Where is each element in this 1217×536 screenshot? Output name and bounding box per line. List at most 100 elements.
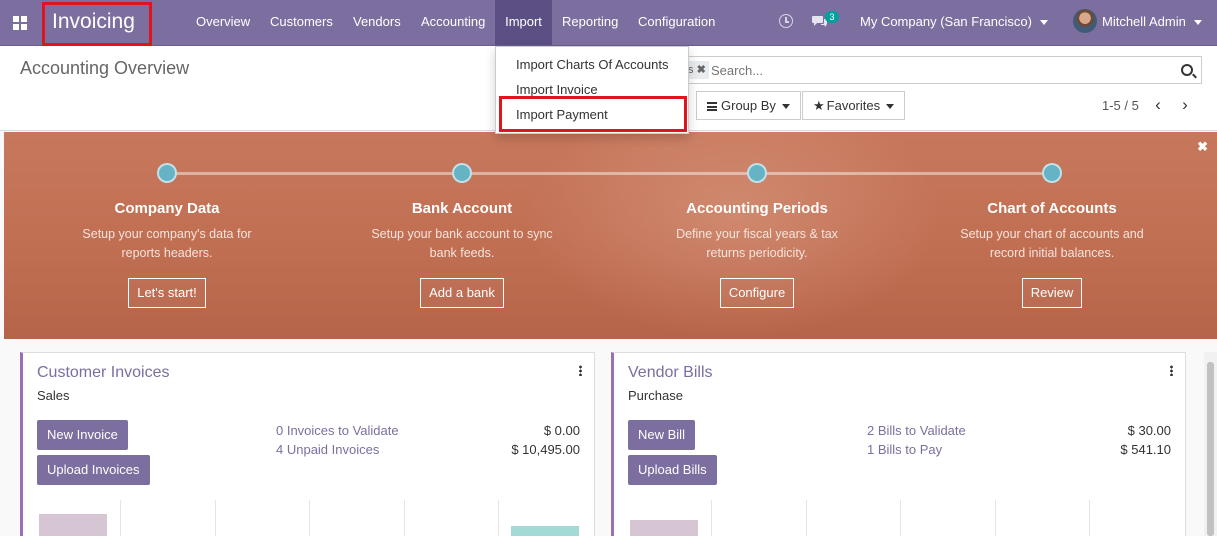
step-company-data: Company Data Setup your company's data f…	[47, 200, 287, 308]
menu-configuration[interactable]: Configuration	[628, 0, 725, 45]
graph-bar[interactable]	[39, 514, 107, 536]
step-description: Define your fiscal years & tax returns pe…	[637, 225, 877, 265]
search-icon[interactable]	[1181, 64, 1193, 76]
company-name: My Company (San Francisco)	[860, 14, 1032, 29]
graph-gridline	[1089, 500, 1090, 536]
vendor-bills-card: Vendor Bills Purchase New Bill Upload Bi…	[611, 352, 1186, 536]
search-input[interactable]	[711, 60, 1171, 80]
step-chart-of-accounts: Chart of Accounts Setup your chart of ac…	[932, 200, 1172, 308]
chat-count-badge: 3	[825, 11, 839, 23]
unpaid-invoices-amount: $ 10,495.00	[511, 442, 580, 457]
pager-value[interactable]: 1-5 / 5	[1102, 98, 1139, 113]
step-description: Setup your bank account to sync bank feed…	[342, 225, 582, 265]
chevron-down-icon	[781, 104, 790, 110]
search-bar[interactable]: s ✖	[680, 56, 1202, 84]
kebab-menu-icon[interactable]	[579, 365, 582, 376]
step-bank-account: Bank Account Setup your bank account to …	[342, 200, 582, 308]
user-name: Mitchell Admin	[1102, 14, 1186, 29]
menu-accounting[interactable]: Accounting	[410, 0, 496, 45]
step-description-line: record initial balances.	[989, 246, 1115, 260]
step-description-line: returns periodicity.	[706, 246, 808, 260]
favorites-button[interactable]: ★ Favorites	[802, 91, 906, 120]
graph-gridline	[498, 500, 499, 536]
group-by-button[interactable]: Group By	[696, 91, 801, 120]
kebab-menu-icon[interactable]	[1170, 365, 1173, 376]
step-title: Bank Account	[411, 200, 513, 217]
graph-gridline	[900, 500, 901, 536]
group-by-label: Group By	[721, 98, 776, 113]
card-title[interactable]: Customer Invoices	[37, 364, 170, 382]
brand-highlight-box: Invoicing	[42, 2, 152, 46]
upload-invoices-button[interactable]: Upload Invoices	[37, 455, 150, 485]
graph-gridline	[404, 500, 405, 536]
close-icon[interactable]: ✖	[1197, 139, 1208, 155]
bills-graph	[628, 500, 1169, 536]
onboarding-banner: ✖ Company Data Setup your company's data…	[4, 132, 1217, 339]
upload-bills-button[interactable]: Upload Bills	[628, 455, 717, 485]
bills-to-pay-link[interactable]: 1 Bills to Pay	[867, 442, 942, 457]
apps-menu-icon[interactable]	[13, 16, 27, 30]
pager-next-icon[interactable]: ›	[1178, 95, 1192, 115]
card-title[interactable]: Vendor Bills	[628, 364, 713, 382]
bills-to-validate-link[interactable]: 2 Bills to Validate	[867, 423, 966, 438]
menu-item-import-charts-of-accounts[interactable]: Import Charts Of Accounts	[496, 53, 688, 77]
company-switcher[interactable]: My Company (San Francisco)	[860, 14, 1048, 29]
step-title: Accounting Periods	[686, 200, 828, 217]
bills-to-pay-amount: $ 541.10	[1120, 442, 1171, 457]
graph-gridline	[120, 500, 121, 536]
bills-to-validate-amount: $ 30.00	[1127, 423, 1171, 438]
card-subtitle: Purchase	[628, 388, 683, 403]
new-bill-button[interactable]: New Bill	[628, 420, 695, 450]
graph-gridline	[711, 500, 712, 536]
step-description-line: reports headers.	[121, 246, 213, 260]
import-dropdown-menu: Import Charts Of Accounts Import Invoice…	[495, 46, 689, 134]
step-description-line: Setup your chart of accounts and	[960, 227, 1144, 241]
add-bank-button[interactable]: Add a bank	[420, 278, 504, 308]
chevron-down-icon	[1039, 20, 1048, 26]
step-description: Setup your chart of accounts and record i…	[932, 225, 1172, 265]
step-description-line: Setup your bank account to sync	[371, 227, 553, 241]
menu-reporting[interactable]: Reporting	[552, 0, 628, 45]
avatar[interactable]	[1073, 9, 1097, 33]
menu-vendors[interactable]: Vendors	[342, 0, 412, 45]
lets-start-button[interactable]: Let's start!	[128, 278, 206, 308]
menu-import[interactable]: Import	[495, 0, 552, 45]
user-menu[interactable]: Mitchell Admin	[1102, 14, 1202, 29]
invoices-to-validate-link[interactable]: 0 Invoices to Validate	[276, 423, 399, 438]
step-dot	[157, 163, 177, 183]
scrollbar-thumb[interactable]	[1207, 362, 1214, 536]
invoices-graph	[37, 500, 579, 536]
step-description-line: Define your fiscal years & tax	[676, 227, 838, 241]
graph-bar[interactable]	[630, 520, 698, 536]
configure-button[interactable]: Configure	[719, 278, 795, 308]
graph-gridline	[215, 500, 216, 536]
step-accounting-periods: Accounting Periods Define your fiscal ye…	[637, 200, 877, 308]
step-description: Setup your company's data for reports hea…	[47, 225, 287, 265]
step-dot	[747, 163, 767, 183]
step-dot	[1042, 163, 1062, 183]
menu-overview[interactable]: Overview	[185, 0, 261, 45]
new-invoice-button[interactable]: New Invoice	[37, 420, 128, 450]
app-brand[interactable]: Invoicing	[52, 10, 135, 34]
activity-clock-icon[interactable]	[779, 14, 793, 28]
page-scrollbar[interactable]	[1204, 352, 1217, 536]
graph-gridline	[995, 500, 996, 536]
step-title: Chart of Accounts	[987, 200, 1117, 217]
graph-bar[interactable]	[511, 526, 579, 536]
group-by-icon	[707, 102, 717, 112]
top-navbar: Invoicing Overview Customers Vendors Acc…	[0, 0, 1217, 46]
step-dot	[452, 163, 472, 183]
card-subtitle: Sales	[37, 388, 70, 403]
menu-customers[interactable]: Customers	[259, 0, 344, 45]
step-title: Company Data	[114, 200, 220, 217]
invoices-to-validate-amount: $ 0.00	[543, 423, 580, 438]
pager-previous-icon[interactable]: ‹	[1151, 95, 1165, 115]
customer-invoices-card: Customer Invoices Sales New Invoice Uplo…	[20, 352, 595, 536]
step-description-line: bank feeds.	[429, 246, 495, 260]
chevron-down-icon	[1193, 20, 1202, 26]
facet-remove-icon[interactable]: ✖	[697, 64, 706, 76]
onboarding-progress-line	[167, 172, 1053, 175]
unpaid-invoices-link[interactable]: 4 Unpaid Invoices	[276, 442, 379, 457]
favorites-label: Favorites	[826, 98, 881, 113]
review-button[interactable]: Review	[1021, 278, 1083, 308]
